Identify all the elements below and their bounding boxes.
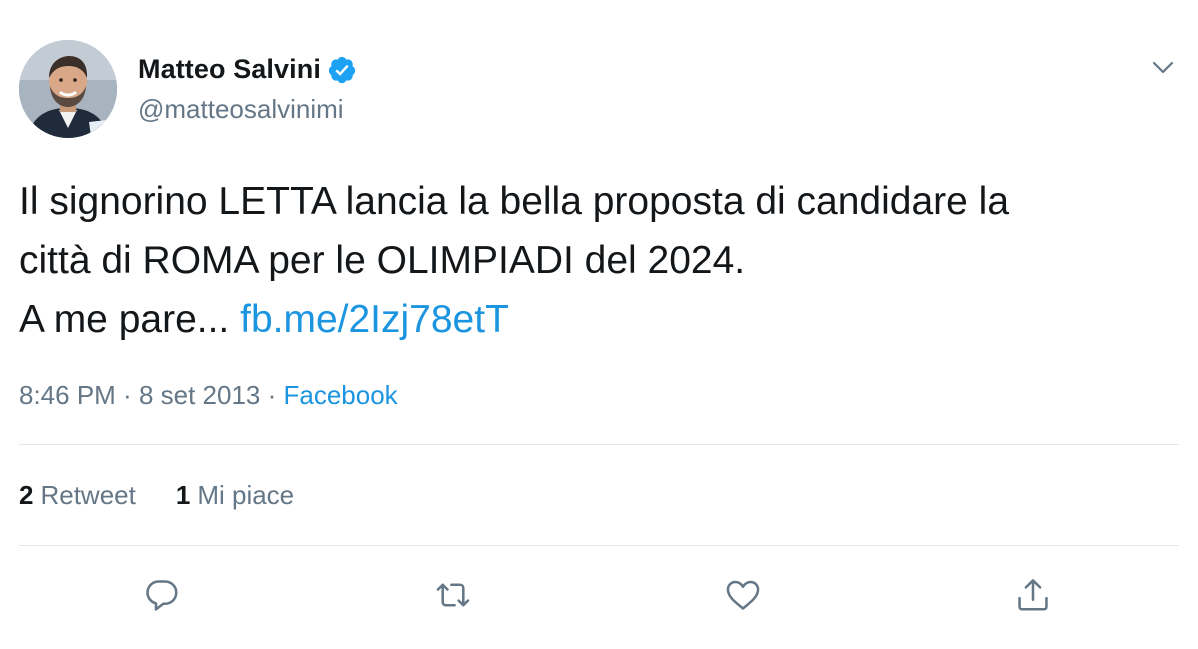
author-handle[interactable]: @matteosalvinimi xyxy=(138,94,344,125)
tweet-text-line: Il signorino LETTA lancia la bella propo… xyxy=(19,180,1010,223)
like-button[interactable] xyxy=(721,573,765,617)
tweet-stats: 2 Retweet 1 Mi piace xyxy=(19,480,294,511)
share-button[interactable] xyxy=(1011,573,1055,617)
divider xyxy=(19,545,1179,546)
retweets-label: Retweet xyxy=(40,480,136,510)
tweet-actions xyxy=(0,573,1198,621)
retweets-stat[interactable]: 2 Retweet xyxy=(19,480,136,511)
avatar[interactable] xyxy=(19,40,117,138)
meta-separator: · xyxy=(260,380,284,410)
profile-photo xyxy=(19,40,117,138)
tweet-text-fragment: A me pare... xyxy=(19,298,241,341)
author-name-row[interactable]: Matteo Salvini xyxy=(138,54,357,85)
verified-badge-icon xyxy=(327,55,357,85)
tweet-text-line: città di ROMA per le OLIMPIADI del 2024. xyxy=(19,239,746,282)
retweet-button[interactable] xyxy=(431,573,475,617)
likes-stat[interactable]: 1 Mi piace xyxy=(176,480,294,511)
reply-button[interactable] xyxy=(140,573,184,617)
retweet-icon xyxy=(436,583,470,607)
tweet-source-link[interactable]: Facebook xyxy=(283,380,397,410)
tweet-meta: 8:46 PM · 8 set 2013 · Facebook xyxy=(19,380,398,411)
likes-count: 1 xyxy=(175,480,191,510)
share-icon xyxy=(1018,579,1048,611)
likes-label: Mi piace xyxy=(197,480,295,510)
retweets-count: 2 xyxy=(19,480,34,510)
author-display-name[interactable]: Matteo Salvini xyxy=(138,54,321,85)
tweet-date[interactable]: 8 set 2013 xyxy=(139,380,260,410)
like-icon xyxy=(726,580,760,610)
tweet-link[interactable]: fb.me/2Izj78etT xyxy=(240,298,509,341)
tweet-text: Il signorino LETTA lancia la bella propo… xyxy=(19,172,1179,349)
tweet-text-line: A me pare... fb.me/2Izj78etT xyxy=(19,290,1179,349)
chevron-down-icon[interactable] xyxy=(1148,54,1178,80)
reply-icon xyxy=(146,580,178,611)
tweet-time[interactable]: 8:46 PM xyxy=(19,380,116,410)
divider xyxy=(19,444,1179,445)
meta-separator: · xyxy=(115,380,139,410)
